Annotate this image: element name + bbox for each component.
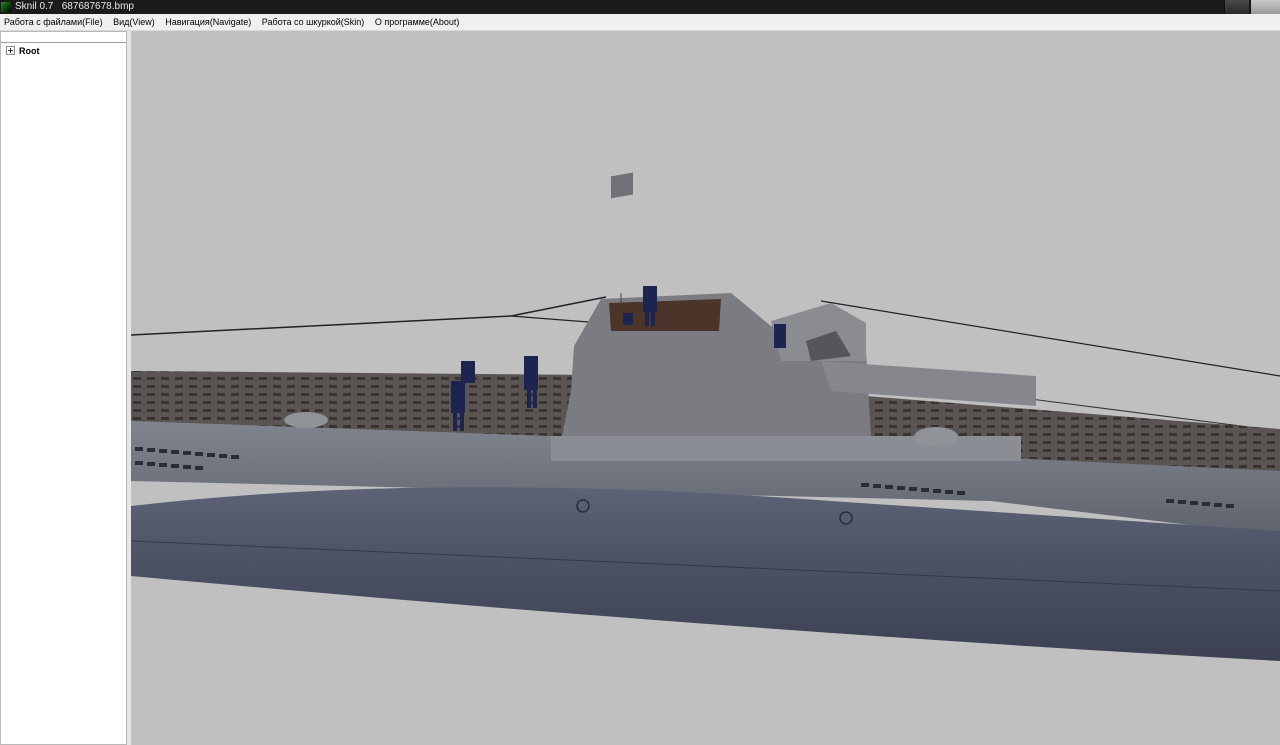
antenna-wire [820, 300, 1280, 377]
maximize-button[interactable] [1224, 0, 1249, 14]
menu-about[interactable]: О программе(About) [371, 14, 464, 30]
antenna-wire [510, 296, 607, 317]
tree-node-root[interactable]: Root [6, 45, 40, 57]
plus-expander-icon[interactable] [6, 46, 15, 56]
tree-node-label: Root [19, 46, 40, 56]
app-icon [1, 2, 11, 12]
title-bar: Sknil 0.7 687687678.bmp [0, 0, 1280, 14]
submarine-model [131, 172, 1280, 661]
close-button[interactable] [1250, 0, 1280, 14]
menu-file[interactable]: Работа с файлами(File) [0, 14, 107, 30]
window-title: Sknil 0.7 687687678.bmp [15, 1, 134, 12]
tree-panel[interactable]: Root [0, 31, 127, 745]
antenna-frame [611, 172, 633, 199]
antenna-wire [510, 315, 602, 324]
menu-skin[interactable]: Работа со шкуркой(Skin) [258, 14, 369, 30]
3d-viewport[interactable] [131, 31, 1280, 745]
deck-hatch [284, 412, 328, 428]
deck-hatch [914, 427, 958, 447]
antenna-wire [131, 315, 512, 336]
menu-bar: Работа с файлами(File) Вид(View) Навигац… [0, 14, 1280, 31]
tree-header-divider [1, 42, 126, 43]
menu-navigate[interactable]: Навигация(Navigate) [161, 14, 255, 30]
menu-view[interactable]: Вид(View) [109, 14, 159, 30]
